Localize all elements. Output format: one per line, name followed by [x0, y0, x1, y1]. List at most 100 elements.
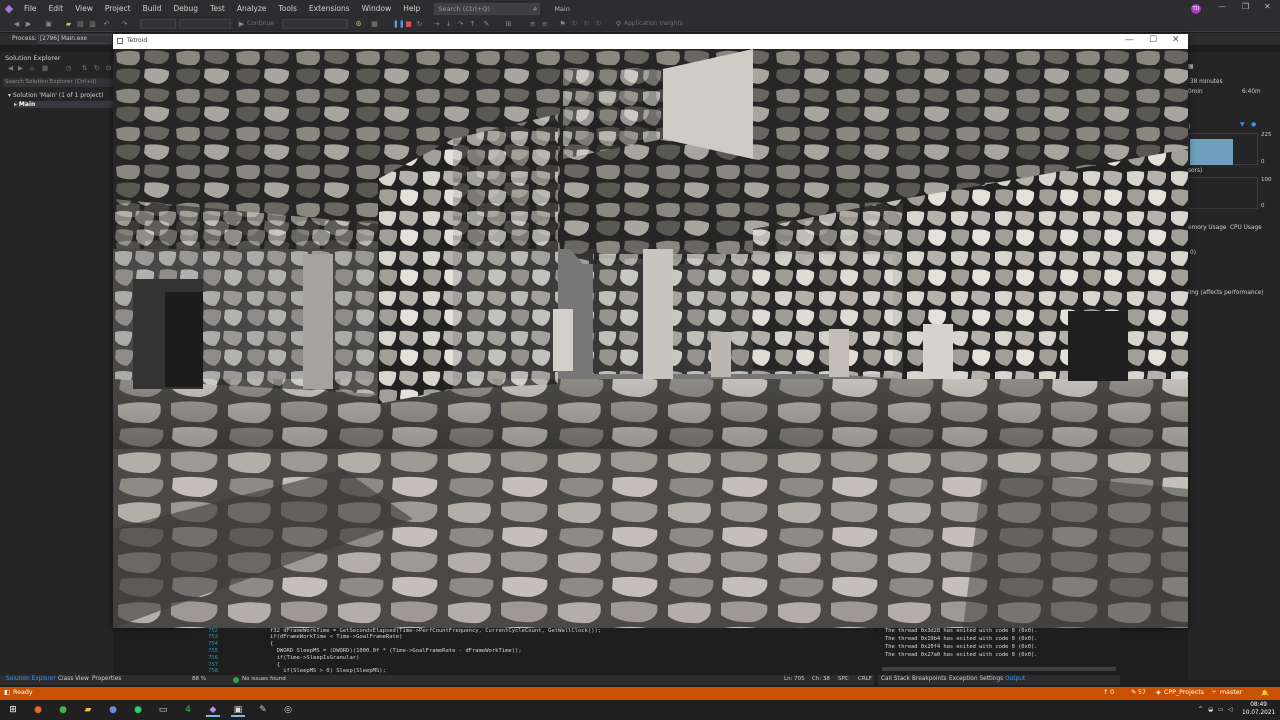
discord-icon[interactable]: ● [106, 703, 120, 717]
game-minimize-icon[interactable]: — [1125, 35, 1134, 45]
app-insights-icon[interactable]: ⚲ [614, 20, 623, 29]
prev-bookmark-icon[interactable]: ⚐ [570, 20, 579, 29]
firefox-icon[interactable]: ● [31, 703, 45, 717]
menu-view[interactable]: View [69, 0, 99, 17]
switch-views-icon[interactable]: ▦ [42, 64, 48, 72]
spacing-indicator[interactable]: SPC [838, 676, 849, 682]
save-all-icon[interactable]: ▥ [88, 20, 97, 29]
step-out-icon[interactable]: ↑ [468, 20, 477, 29]
step-over-icon[interactable]: ↷ [456, 20, 465, 29]
configuration-dropdown[interactable] [140, 19, 176, 29]
open-folder-icon[interactable]: ▰ [64, 20, 73, 29]
game-close-icon[interactable]: ✕ [1172, 35, 1180, 45]
notifications-icon[interactable]: 🔔 [1261, 689, 1269, 697]
volume-icon[interactable]: ◁ [1228, 706, 1233, 713]
project-node[interactable]: ▸ Main [14, 101, 113, 108]
restore-icon[interactable]: ❐ [1242, 2, 1249, 11]
visual-studio-icon[interactable]: ◆ [206, 703, 220, 717]
continue-button[interactable]: Continue [247, 20, 274, 27]
search-input[interactable]: Search (Ctrl+Q) ⌕ [434, 2, 541, 15]
restart-icon[interactable]: ↻ [415, 20, 424, 29]
tab-cpu-usage[interactable]: CPU Usage [1230, 225, 1262, 231]
errors-count[interactable]: 0 [1110, 689, 1114, 696]
back-icon[interactable]: ◀ [8, 64, 13, 72]
save-icon[interactable]: ▤ [76, 20, 85, 29]
menu-project[interactable]: Project [99, 0, 137, 17]
sync-icon[interactable]: ⇅ [82, 64, 87, 72]
snapshot-marker-icon[interactable]: ▼ [1240, 122, 1244, 128]
chrome-icon[interactable]: ● [56, 703, 70, 717]
collapse-all-icon[interactable]: ⊟ [106, 64, 111, 72]
undo-icon[interactable]: ↶ [102, 20, 111, 29]
continue-icon[interactable]: ▶ [237, 20, 246, 29]
next-bookmark-icon[interactable]: ⚐ [582, 20, 591, 29]
spotify-icon[interactable]: ● [131, 703, 145, 717]
target-dropdown[interactable] [282, 19, 348, 29]
branch-name[interactable]: master [1220, 689, 1242, 696]
process-icon[interactable]: ⚙ [354, 20, 363, 29]
tab-solution-explorer[interactable]: Solution Explorer [6, 676, 56, 682]
line-ending-indicator[interactable]: CRLF [858, 676, 872, 682]
back-icon[interactable]: ◀ [12, 20, 21, 29]
menu-file[interactable]: File [18, 0, 43, 17]
gc-marker-icon[interactable]: ● [1251, 122, 1256, 128]
code-editor[interactable]: 752 f32 dFrameWorkTime = GetSecondsElaps… [190, 628, 874, 674]
minimize-icon[interactable]: — [1218, 2, 1226, 11]
new-item-icon[interactable]: ▣ [44, 20, 53, 29]
menu-debug[interactable]: Debug [167, 0, 204, 17]
repo-name[interactable]: CPP_Projects [1164, 689, 1204, 696]
refresh-icon[interactable]: ↻ [94, 64, 99, 72]
tab-breakpoints[interactable]: Breakpoints [912, 676, 947, 682]
stop-icon[interactable]: ■ [404, 20, 413, 29]
menu-window[interactable]: Window [356, 0, 398, 17]
home-icon[interactable]: ⌂ [30, 64, 34, 72]
solution-node[interactable]: ▾ Solution 'Main' (1 of 1 project) [8, 92, 103, 99]
app-tool-icon[interactable]: ✎ [256, 703, 270, 717]
tab-class-view[interactable]: Class View [58, 676, 89, 682]
solution-explorer-search[interactable]: Search Solution Explorer (Ctrl+ü) [3, 78, 113, 87]
window-icon[interactable]: ▦ [370, 20, 379, 29]
clear-bookmarks-icon[interactable]: ⚐ [594, 20, 603, 29]
obs-icon[interactable]: ◎ [281, 703, 295, 717]
terminal-icon[interactable]: ▭ [156, 703, 170, 717]
user-avatar[interactable]: TO [1191, 4, 1201, 14]
tab-output[interactable]: Output [1005, 676, 1025, 682]
zoom-level[interactable]: 88 % [192, 676, 206, 682]
tab-properties[interactable]: Properties [92, 676, 121, 682]
menu-test[interactable]: Test [204, 0, 231, 17]
battery-icon[interactable]: ▭ [1218, 706, 1224, 713]
game-maximize-icon[interactable]: ☐ [1149, 35, 1157, 45]
menu-build[interactable]: Build [137, 0, 168, 17]
platform-dropdown[interactable] [179, 19, 231, 29]
code-line[interactable]: if(dFrameWorkTime < Time->GoalFrameRate) [270, 634, 402, 640]
game-app-icon[interactable]: ▣ [231, 703, 245, 717]
bookmark-icon[interactable]: ⚑ [558, 20, 567, 29]
forward-icon[interactable]: ▶ [18, 64, 23, 72]
game-window-titlebar[interactable]: Tetroid — ☐ ✕ [113, 34, 1188, 49]
uncomment-icon[interactable]: ≡ [540, 20, 549, 29]
code-line[interactable]: DWORD SleepMS = (DWORD)(1000.0f * (Time-… [270, 648, 522, 654]
forward-icon[interactable]: ▶ [24, 20, 33, 29]
app-4-icon[interactable]: 4 [181, 703, 195, 717]
tab-call-stack[interactable]: Call Stack [881, 676, 910, 682]
start-icon[interactable]: ⊞ [6, 703, 20, 717]
clock[interactable]: 08:49 10.07.2021 [1242, 701, 1275, 717]
menu-edit[interactable]: Edit [43, 0, 70, 17]
file-explorer-icon[interactable]: ▰ [81, 703, 95, 717]
code-line[interactable]: if(Time->SleepIsGranular) [270, 655, 360, 661]
diagnostics-icon[interactable]: ⊞ [504, 20, 513, 29]
tab-exception-settings[interactable]: Exception Settings [949, 676, 1003, 682]
visual-studio-logo-icon[interactable]: ◆ [0, 0, 18, 17]
tab-memory-usage[interactable]: emory Usage [1188, 225, 1226, 231]
hot-reload-icon[interactable]: ✎ [482, 20, 491, 29]
menu-help[interactable]: Help [397, 0, 426, 17]
process-dropdown[interactable]: [2796] Main.exe [38, 34, 112, 44]
comment-icon[interactable]: ≡ [528, 20, 537, 29]
changes-count[interactable]: 57 [1138, 689, 1146, 696]
menu-analyze[interactable]: Analyze [231, 0, 273, 17]
game-viewport[interactable] [113, 49, 1188, 628]
pause-icon[interactable]: ❚❚ [393, 20, 405, 29]
column-position[interactable]: Ch: 38 [812, 676, 830, 682]
show-next-statement-icon[interactable]: → [432, 20, 441, 29]
code-line[interactable]: if(SleepMS > 0) Sleep(SleepMS); [270, 668, 386, 674]
